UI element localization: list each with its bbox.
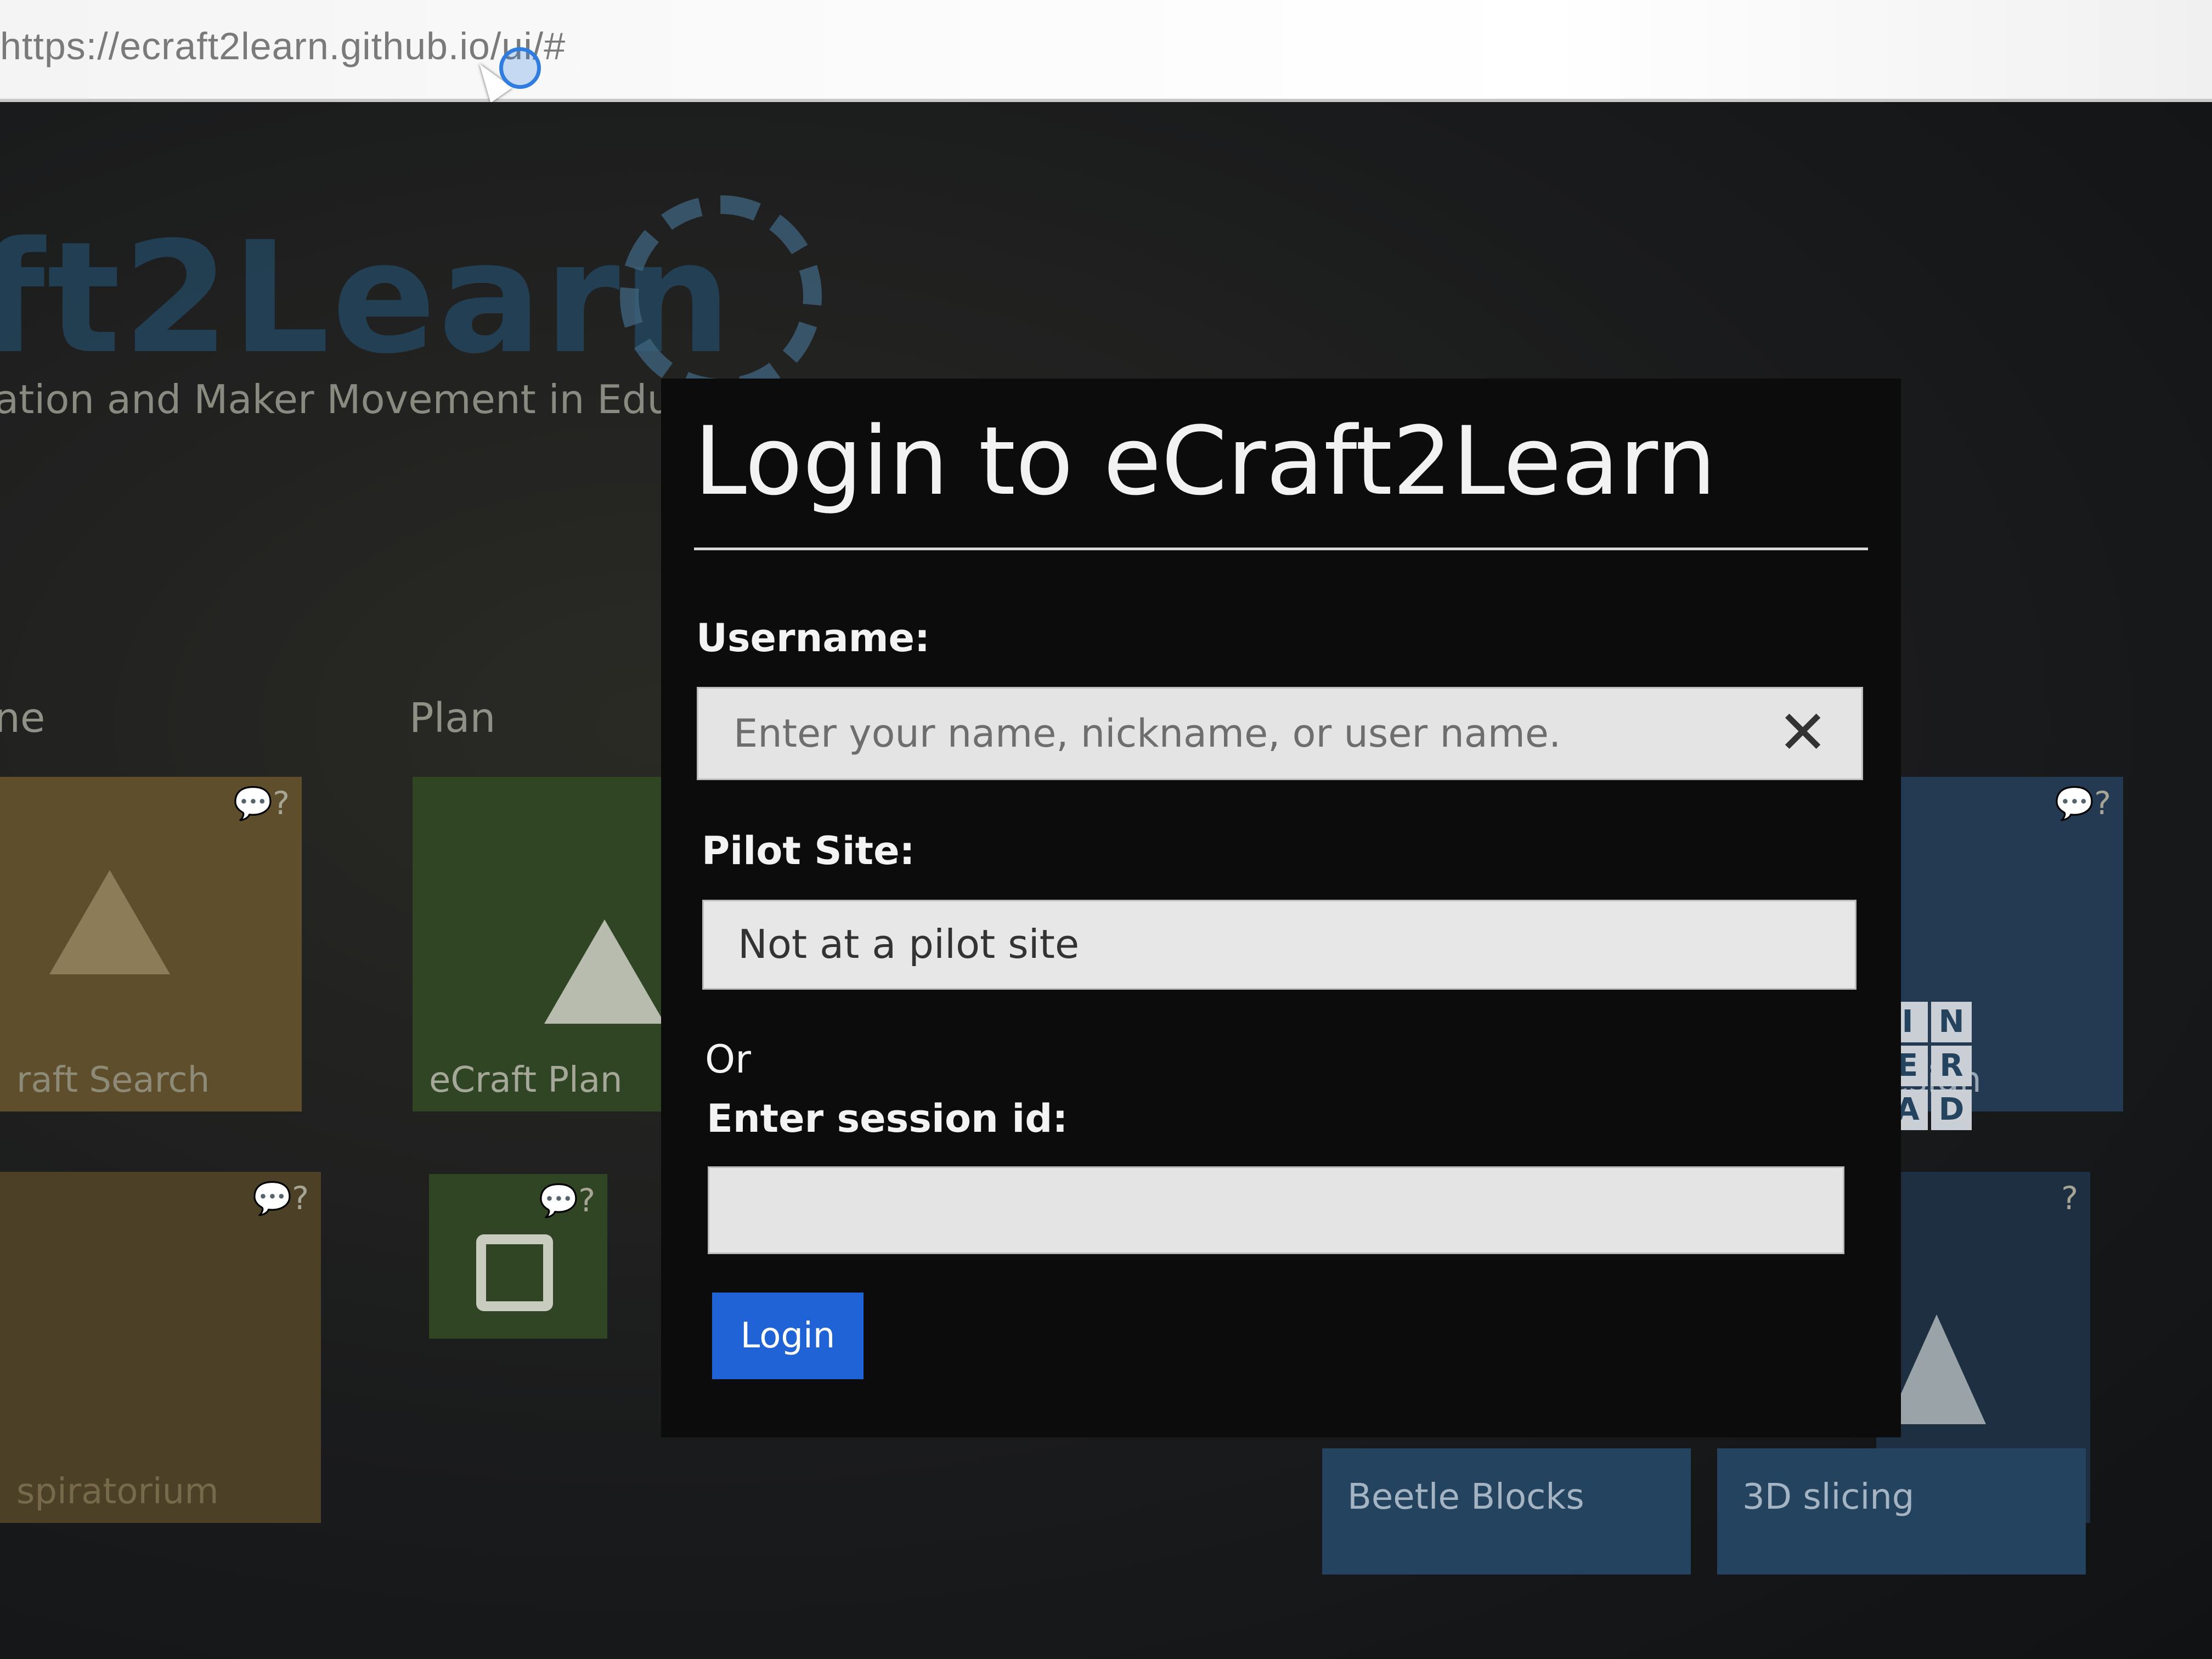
login-dialog: Login to eCraft2Learn Username: ✕ Pilot …: [661, 379, 1901, 1437]
column-header-plan: Plan: [409, 695, 496, 742]
tile-3d-slicing[interactable]: 3D slicing: [1717, 1448, 2086, 1575]
tinkercad-icon: I N E R A D: [1887, 1002, 2016, 1130]
comment-help-icon[interactable]: 💬?: [2055, 785, 2111, 822]
pilot-site-select[interactable]: Not at a pilot site: [702, 900, 1857, 990]
gear-logo-icon: [620, 195, 822, 397]
session-id-label: Enter session id:: [707, 1096, 1068, 1141]
tile-label: spiratorium: [16, 1471, 219, 1512]
google-drive-icon: [544, 919, 665, 1024]
username-label: Username:: [696, 616, 930, 661]
login-button[interactable]: Login: [712, 1293, 864, 1379]
pyramid-icon: [1887, 1314, 1986, 1424]
tinkercad-letter: D: [1931, 1090, 1972, 1130]
url-text[interactable]: https://ecraft2learn.github.io/ui/#: [0, 24, 566, 68]
title-divider: [694, 548, 1868, 550]
comment-help-icon[interactable]: 💬?: [252, 1180, 309, 1217]
tile-label: eCraft Plan: [429, 1060, 623, 1101]
tinkercad-letter: N: [1931, 1002, 1972, 1042]
dialog-title: Login to eCraft2Learn: [694, 406, 1717, 516]
tile-label: raft Search: [16, 1060, 210, 1101]
tile-inspiratorium[interactable]: 💬? spiratorium: [0, 1172, 321, 1523]
pilot-site-label: Pilot Site:: [702, 828, 915, 873]
tile-ecraft-search[interactable]: 💬? raft Search: [0, 777, 302, 1111]
tile-beetle-blocks[interactable]: Beetle Blocks: [1322, 1448, 1691, 1575]
column-header-imagine: ne: [0, 695, 46, 742]
click-indicator-icon: [499, 47, 541, 89]
clear-input-icon[interactable]: ✕: [1778, 702, 1828, 763]
tile-trello[interactable]: 💬?: [429, 1174, 607, 1339]
comment-help-icon[interactable]: 💬?: [233, 785, 290, 822]
username-input[interactable]: [697, 687, 1863, 780]
comment-help-icon[interactable]: 💬?: [539, 1182, 595, 1220]
site-tagline: ation and Maker Movement in Educ: [0, 376, 694, 422]
tile-ecraft-plan[interactable]: eCraft Plan: [413, 777, 670, 1111]
tinkercad-letter: R: [1931, 1046, 1972, 1086]
or-text: Or: [705, 1037, 751, 1082]
browser-address-bar[interactable]: https://ecraft2learn.github.io/ui/#: [0, 0, 2212, 102]
help-icon[interactable]: ?: [2061, 1180, 2078, 1217]
session-id-input[interactable]: [708, 1166, 1844, 1254]
trello-icon: [476, 1234, 553, 1311]
google-drive-icon: [49, 870, 170, 974]
